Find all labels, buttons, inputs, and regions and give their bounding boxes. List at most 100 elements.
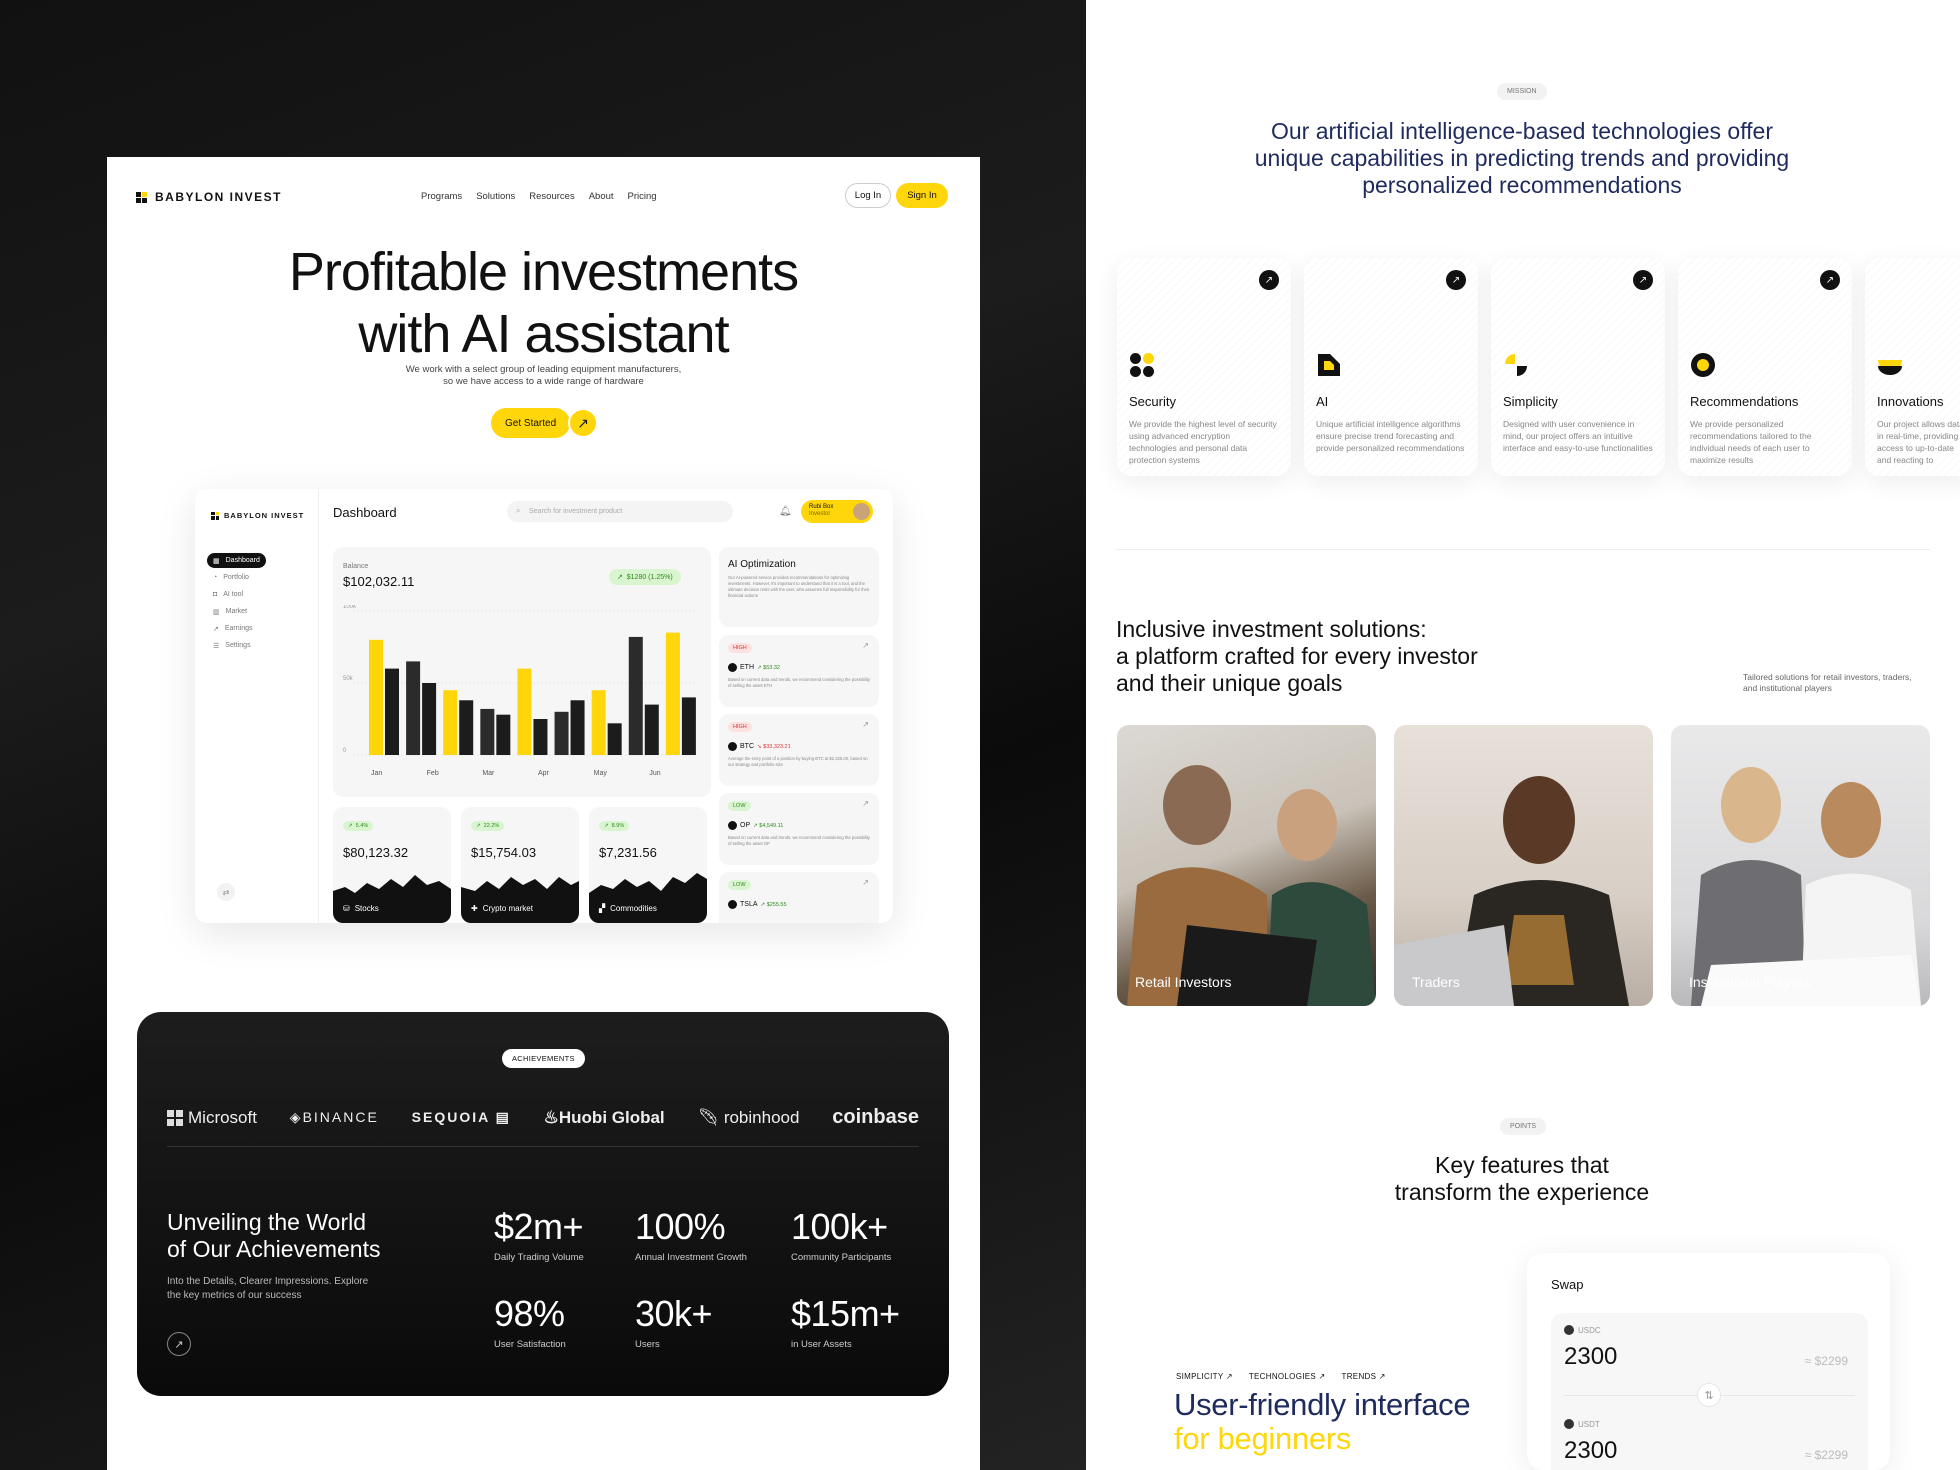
- achievements-pill: ACHIEVEMENTS: [502, 1049, 585, 1068]
- stocks-icon: ⛁: [343, 904, 350, 913]
- top-nav: BABYLON INVEST Programs Solutions Resour…: [107, 157, 980, 237]
- photo-traders[interactable]: Traders: [1394, 725, 1653, 1006]
- dashboard-brand: BABYLON INVEST: [211, 511, 304, 520]
- bar: [385, 668, 399, 755]
- ai-title: AI Optimization: [728, 559, 796, 570]
- signin-button[interactable]: Sign In: [896, 183, 948, 208]
- achievements-title: Unveiling the World of Our Achievements: [167, 1209, 381, 1263]
- nav-link-solutions[interactable]: Solutions: [476, 191, 515, 202]
- feature-title: Recommendations: [1690, 394, 1799, 409]
- dashboard-sidebar: BABYLON INVEST ▦ Dashboard ◔ Portfolio ◘ AI…: [195, 489, 319, 923]
- photo-institutional-players[interactable]: Institutional Players: [1671, 725, 1930, 1006]
- signal-text: Based on current data and trends, we rec…: [728, 835, 870, 846]
- from-amount-input[interactable]: 2300: [1564, 1343, 1617, 1371]
- photo-caption: Institutional Players: [1689, 974, 1811, 990]
- signal-level: LOW: [728, 880, 751, 890]
- bar: [591, 690, 606, 755]
- bar: [533, 719, 548, 755]
- stat-card-commodities[interactable]: ↗ 8.9% $7,231.56 ▞ Commodities: [589, 807, 707, 923]
- sidebar-item-earnings[interactable]: ↗ Earnings: [207, 621, 259, 636]
- feature-card-innovations[interactable]: Innovations Our project allows data in r…: [1865, 258, 1960, 476]
- ai-text: Our AI-powered service provides recommen…: [728, 575, 870, 598]
- arrow-up-right-icon: ↗: [862, 641, 869, 650]
- ufi-line1: User-friendly interface: [1174, 1387, 1471, 1422]
- sidebar-item-portfolio[interactable]: ◔ Portfolio: [207, 570, 255, 585]
- search-input[interactable]: ⌕ Search for investment product: [507, 501, 733, 522]
- signal-card-btc[interactable]: HIGH ↗ BTC ↘ $33,323.21 Average the entry…: [719, 714, 879, 786]
- signal-card-eth[interactable]: HIGH ↗ ETH ↗ $53.32 Based on current data…: [719, 635, 879, 707]
- key-features-line1: Key features that: [1435, 1152, 1609, 1178]
- login-button[interactable]: Log In: [845, 183, 891, 208]
- tab-trends[interactable]: TRENDS ↗: [1342, 1372, 1386, 1381]
- tab-technologies[interactable]: TECHNOLOGIES ↗: [1249, 1372, 1326, 1381]
- grid-icon: ▦: [213, 557, 220, 565]
- nav-link-programs[interactable]: Programs: [421, 191, 462, 202]
- feature-card-recommendations[interactable]: ↗ Recommendations We provide personalize…: [1678, 258, 1852, 476]
- swap-title: Swap: [1551, 1277, 1584, 1292]
- bar: [665, 632, 680, 755]
- tab-simplicity[interactable]: SIMPLICITY ↗: [1176, 1372, 1233, 1381]
- dashboard-brand-name: BABYLON INVEST: [224, 511, 305, 520]
- user-profile[interactable]: Rubi Box Investor: [801, 500, 873, 523]
- sidebar-item-settings[interactable]: ☰ Settings: [207, 638, 257, 653]
- photo-retail-investors[interactable]: Retail Investors: [1117, 725, 1376, 1006]
- coinbase-logo: coinbase: [832, 1106, 919, 1128]
- signal-text: Average the entry point of a position by…: [728, 756, 868, 767]
- mission-pill: MISSION: [1497, 83, 1547, 100]
- trend-icon: ↗: [213, 625, 219, 633]
- nav-link-about[interactable]: About: [589, 191, 614, 202]
- mountain-chart: [461, 877, 579, 923]
- mountain-chart: [333, 875, 451, 923]
- points-pill: POINTS: [1500, 1118, 1547, 1135]
- signal-card-tsla[interactable]: LOW ↗ TSLA ↗ $255.55: [719, 872, 879, 923]
- stat-card-stocks[interactable]: ↗ 5.4% $80,123.32 ⛁ Stocks: [333, 807, 451, 923]
- to-amount-input[interactable]: 2300: [1564, 1437, 1617, 1465]
- get-started-button[interactable]: Get Started ↗: [491, 408, 599, 438]
- bar: [607, 723, 622, 755]
- from-usd: ≈ $2299: [1804, 1354, 1848, 1368]
- stat-value: $7,231.56: [599, 845, 657, 860]
- search-icon: ⌕: [516, 506, 521, 515]
- balance-bar-chart: 100k 50k 0 Jan Feb Mar Apr May Jun: [343, 605, 697, 777]
- from-token: USDC: [1578, 1325, 1601, 1335]
- bar: [422, 683, 437, 755]
- bar: [459, 700, 474, 755]
- bell-icon[interactable]: 🔔︎: [779, 506, 792, 517]
- chip-icon: ◘: [213, 591, 218, 598]
- microsoft-logo: Microsoft: [167, 1108, 257, 1128]
- collapse-icon[interactable]: ⇄: [217, 883, 235, 901]
- sidebar-item-dashboard[interactable]: ▦ Dashboard: [207, 553, 266, 568]
- feature-card-security[interactable]: ↗ Security We provide the highest level …: [1117, 258, 1291, 476]
- photo-caption: Retail Investors: [1135, 974, 1232, 990]
- feature-tabs: SIMPLICITY ↗ TECHNOLOGIES ↗ TRENDS ↗: [1176, 1372, 1386, 1381]
- signal-text: Based on current data and trends, we rec…: [728, 677, 870, 688]
- x-tick-label: Feb: [427, 770, 439, 777]
- swap-direction-icon[interactable]: ⇅: [1697, 1383, 1721, 1407]
- brand-mark-icon: [136, 191, 147, 203]
- brand-logo[interactable]: BABYLON INVEST: [136, 190, 282, 204]
- stat-pct: 22.2%: [483, 823, 500, 829]
- metric-label: in User Assets: [791, 1339, 852, 1350]
- signal-card-op[interactable]: LOW ↗ OP ↗ $4,549.11 Based on current dat…: [719, 793, 879, 865]
- arrow-up-right-icon: ↗: [862, 878, 869, 887]
- hero-title-line1: Profitable investments: [288, 242, 799, 302]
- nav-link-pricing[interactable]: Pricing: [628, 191, 657, 202]
- sidebar-item-ai-tool[interactable]: ◘ AI tool: [207, 587, 249, 602]
- stat-card-crypto[interactable]: ↗ 22.2% $15,754.03 ✚ Crypto market: [461, 807, 579, 923]
- usdt-icon: [1564, 1419, 1574, 1429]
- x-tick-label: May: [594, 770, 608, 777]
- nav-link-resources[interactable]: Resources: [529, 191, 574, 202]
- metric-user-assets: $15m+ in User Assets: [791, 1293, 900, 1350]
- hero-subtitle-line2: so we have access to a wide range of har…: [443, 376, 644, 387]
- bar: [628, 636, 643, 755]
- hero-subtitle-line1: We work with a select group of leading e…: [405, 364, 682, 375]
- signal-ticker: OP: [740, 822, 751, 829]
- metric-label: Community Participants: [791, 1252, 892, 1263]
- metric-value: 98%: [494, 1293, 565, 1334]
- feature-card-ai[interactable]: ↗ AI Unique artificial intelligence algo…: [1304, 258, 1478, 476]
- arrow-up-right-icon[interactable]: ↗: [167, 1332, 191, 1356]
- arrow-up-right-icon: ↗: [568, 408, 599, 438]
- feature-card-simplicity[interactable]: ↗ Simplicity Designed with user convenie…: [1491, 258, 1665, 476]
- hero-title: Profitable investments with AI assistant: [107, 241, 980, 365]
- sidebar-item-market[interactable]: ▥ Market: [207, 604, 253, 619]
